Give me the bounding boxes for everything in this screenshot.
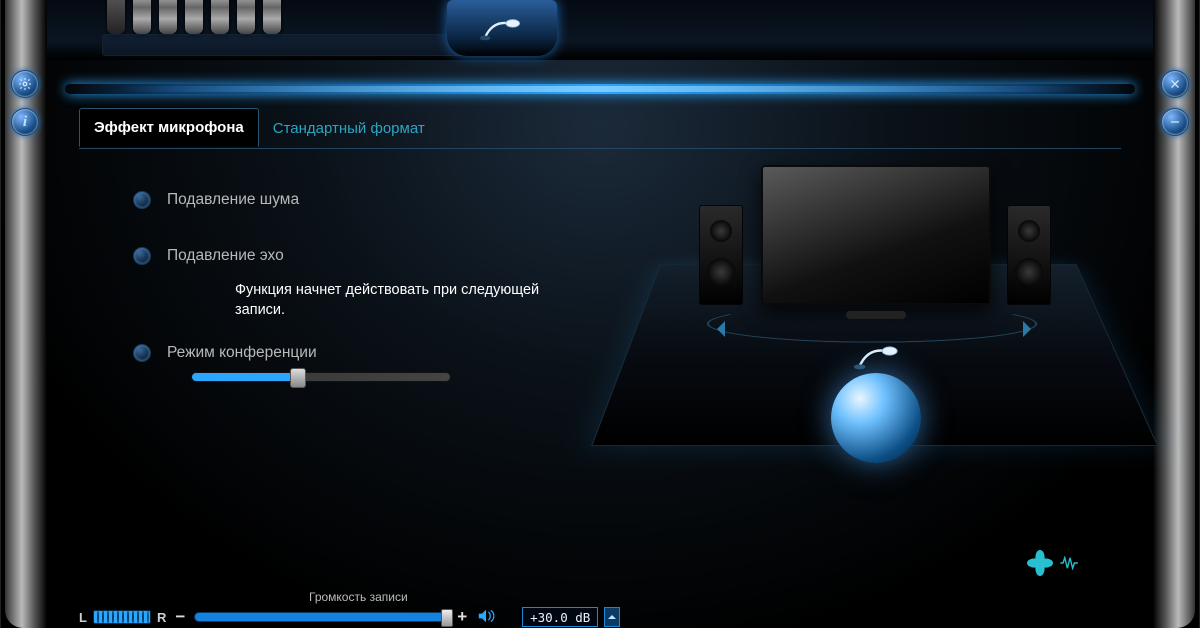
option-noise-suppression[interactable]: Подавление шума bbox=[133, 191, 573, 209]
fan-icon bbox=[1025, 550, 1055, 576]
gain-readout: +30.0 dB bbox=[522, 607, 598, 627]
radio-icon bbox=[133, 191, 151, 209]
waveform-icon bbox=[1059, 556, 1081, 570]
tab-mic-effects[interactable]: Эффект микрофона bbox=[79, 108, 259, 147]
radio-icon bbox=[133, 247, 151, 265]
option-label: Подавление шума bbox=[167, 191, 299, 209]
option-hint-text: Функция начнет действовать при следующей… bbox=[235, 281, 573, 320]
monitor-icon bbox=[761, 165, 991, 305]
option-echo-cancellation[interactable]: Подавление эхо bbox=[133, 247, 573, 265]
jack-port[interactable] bbox=[159, 0, 177, 34]
level-meter-left bbox=[93, 610, 151, 624]
stage-microphone-icon bbox=[853, 341, 903, 371]
jack-port[interactable] bbox=[107, 0, 125, 34]
slider-thumb[interactable] bbox=[290, 368, 306, 388]
recording-volume-slider[interactable] bbox=[194, 612, 448, 622]
jack-port[interactable] bbox=[211, 0, 229, 34]
speaker-right-icon bbox=[1007, 205, 1051, 305]
jack-port[interactable] bbox=[237, 0, 255, 34]
volume-increase-button[interactable]: + bbox=[454, 607, 470, 627]
orbit-arrow-right-icon bbox=[1023, 321, 1039, 337]
slider-track bbox=[191, 372, 451, 382]
conference-level-slider[interactable] bbox=[191, 372, 451, 382]
radio-icon bbox=[133, 344, 151, 362]
gear-icon bbox=[18, 77, 32, 91]
user-position-orb bbox=[831, 373, 921, 463]
slider-thumb[interactable] bbox=[441, 609, 453, 627]
gain-step-up[interactable] bbox=[604, 607, 620, 627]
glow-separator bbox=[65, 84, 1135, 94]
info-button[interactable]: i bbox=[11, 108, 39, 136]
settings-button[interactable] bbox=[11, 70, 39, 98]
channel-left-label: L bbox=[79, 610, 87, 625]
device-panel-backdrop bbox=[102, 34, 482, 56]
close-button[interactable] bbox=[1161, 70, 1189, 98]
device-selector-bar bbox=[47, 0, 1153, 60]
minus-icon bbox=[1168, 115, 1182, 129]
tab-strip: Эффект микрофона Стандартный формат bbox=[79, 108, 439, 147]
realtek-audio-manager: i Эффект микрофона Стандартный bbox=[0, 0, 1200, 628]
option-label: Подавление эхо bbox=[167, 247, 284, 265]
chevron-up-icon bbox=[607, 612, 617, 622]
channel-right-label: R bbox=[157, 610, 166, 625]
speaker-icon bbox=[476, 608, 496, 624]
effects-option-list: Подавление шума Подавление эхо Функция н… bbox=[133, 191, 573, 382]
option-conference-mode[interactable]: Режим конференции bbox=[133, 344, 573, 362]
volume-decrease-button[interactable]: − bbox=[172, 607, 188, 627]
rear-jack-row bbox=[107, 0, 281, 34]
recording-volume-bar: Громкость записи L R − + +30.0 dB bbox=[79, 590, 1121, 628]
content-panel: Подавление шума Подавление эхо Функция н… bbox=[79, 148, 1121, 588]
orbit-arrow-left-icon bbox=[709, 321, 725, 337]
brand-logo bbox=[1025, 550, 1081, 576]
close-icon bbox=[1168, 77, 1182, 91]
tab-default-format[interactable]: Стандартный формат bbox=[259, 110, 439, 147]
jack-port[interactable] bbox=[133, 0, 151, 34]
jack-port[interactable] bbox=[263, 0, 281, 34]
minimize-button[interactable] bbox=[1161, 108, 1189, 136]
jack-port[interactable] bbox=[185, 0, 203, 34]
option-label: Режим конференции bbox=[167, 344, 317, 362]
microphone-icon bbox=[479, 13, 525, 43]
mute-toggle[interactable] bbox=[476, 608, 496, 627]
room-illustration bbox=[591, 143, 1111, 503]
microphone-device-tab[interactable] bbox=[447, 0, 557, 56]
volume-section-label: Громкость записи bbox=[309, 590, 408, 604]
speaker-left-icon bbox=[699, 205, 743, 305]
